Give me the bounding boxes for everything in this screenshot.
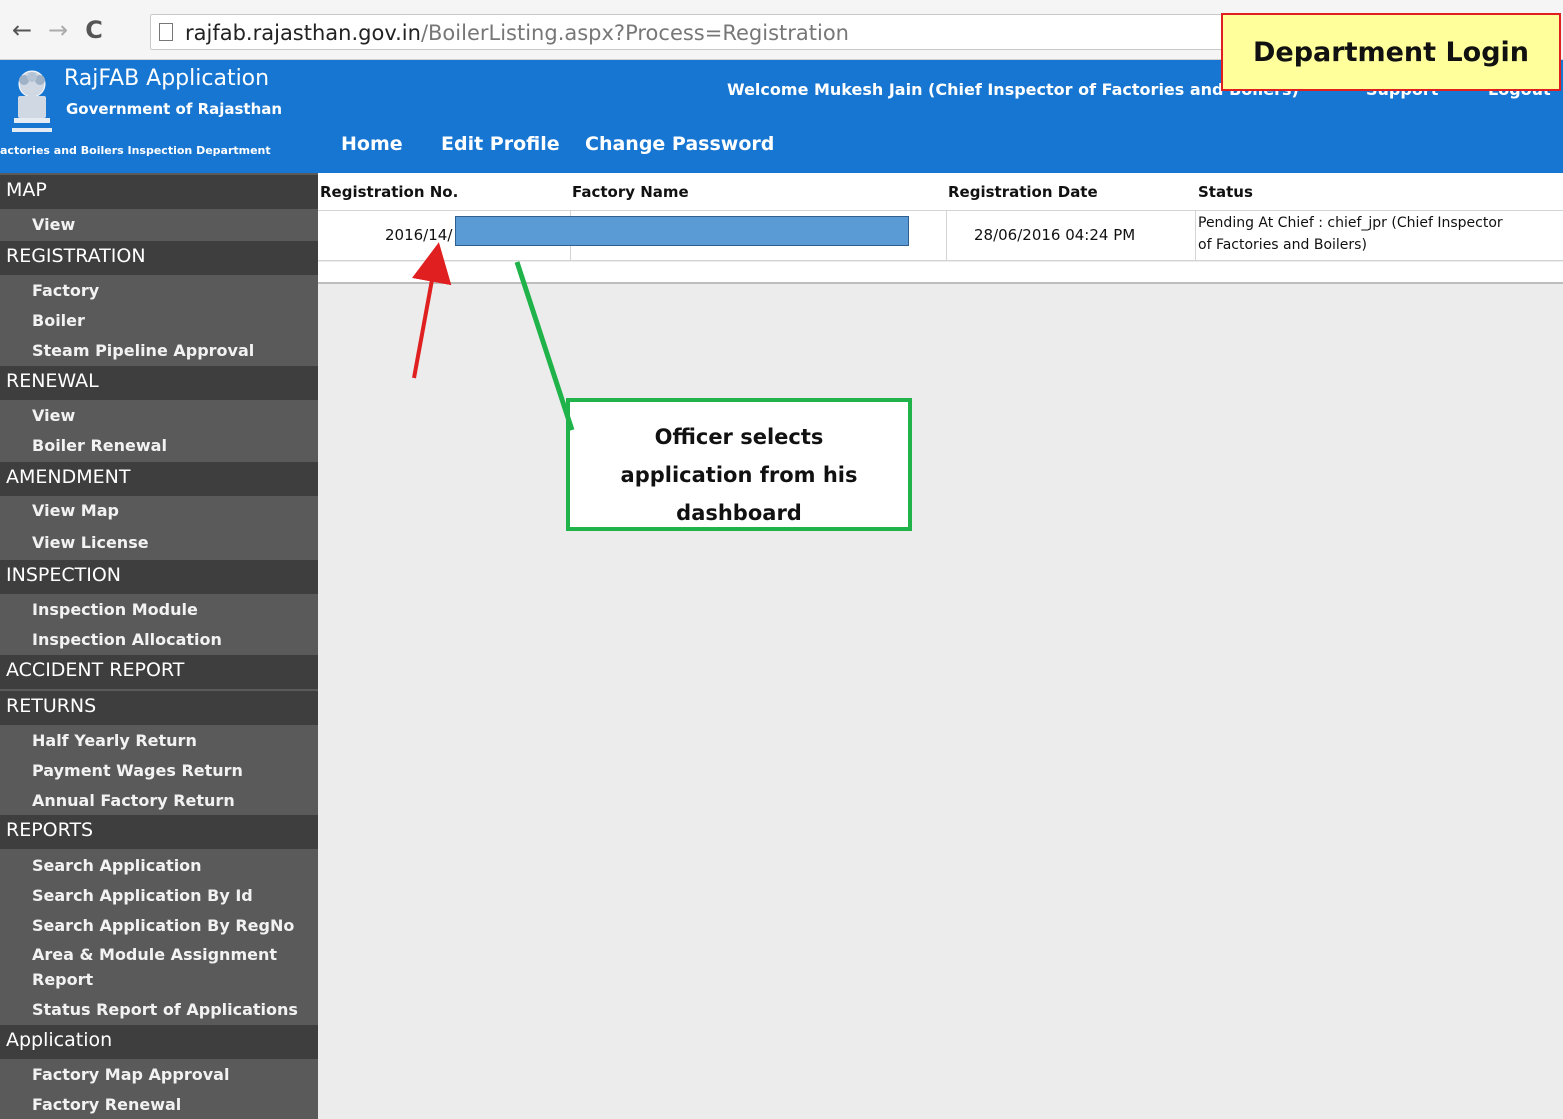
redacted-registration-block [455,216,909,246]
column-registration-date[interactable]: Registration Date [948,183,1098,201]
status-cell-line1: Pending At Chief : chief_jpr (Chief Insp… [1198,215,1503,231]
column-divider [1195,211,1196,261]
url-text: rajfab.rajasthan.gov.in/BoilerListing.as… [185,21,849,45]
back-arrow-icon[interactable]: ← [8,16,36,44]
sidebar-item-inspection-allocation[interactable]: Inspection Allocation [32,630,222,649]
sidebar-item-status-report[interactable]: Status Report of Applications [32,1000,298,1019]
page-icon [159,23,173,41]
callout-line-2: application from his [620,463,858,487]
sidebar-section-returns[interactable]: RETURNS [0,691,318,725]
sidebar-item-factory-map-approval[interactable]: Factory Map Approval [32,1065,229,1084]
forward-arrow-icon[interactable]: → [44,16,72,44]
callout-text: Officer selects application from his das… [570,418,908,527]
sidebar-item-factory[interactable]: Factory [32,281,99,300]
sidebar-item-search-application[interactable]: Search Application [32,856,202,875]
green-pointer-line [514,261,575,431]
sidebar-section-registration[interactable]: REGISTRATION [0,241,318,275]
sidebar-item-area-module-assignment[interactable]: Area & Module Assignment [32,945,277,964]
sidebar-item-half-yearly-return[interactable]: Half Yearly Return [32,731,197,750]
sidebar-item-boiler[interactable]: Boiler [32,311,85,330]
table-footer [318,262,1563,284]
department-login-text: Department Login [1252,37,1530,68]
sidebar-section-reports[interactable]: REPORTS [0,815,318,849]
department-login-label: Department Login [1221,13,1561,91]
reload-icon[interactable]: C [80,16,108,44]
url-path: /BoilerListing.aspx?Process=Registration [420,21,849,45]
sidebar: MAP View REGISTRATION Factory Boiler Ste… [0,173,318,1119]
menu-edit-profile[interactable]: Edit Profile [441,133,560,155]
sidebar-section-accident-report[interactable]: ACCIDENT REPORT [0,655,318,689]
registration-no-link[interactable]: 2016/14/ [385,226,452,244]
department-name: actories and Boilers Inspection Departme… [0,144,271,157]
sidebar-item-area-module-assignment-report[interactable]: Report [32,970,93,989]
column-status[interactable]: Status [1198,183,1253,201]
state-emblem-icon [12,70,52,132]
sidebar-item-payment-wages-return[interactable]: Payment Wages Return [32,761,243,780]
sidebar-item-renewal-view[interactable]: View [32,406,75,425]
column-factory-name[interactable]: Factory Name [572,183,689,201]
sidebar-item-view-map[interactable]: View Map [32,501,119,520]
sidebar-section-map[interactable]: MAP [0,175,318,209]
sidebar-section-inspection[interactable]: INSPECTION [0,560,318,594]
app-title: RajFAB Application [64,66,270,91]
menu-home[interactable]: Home [341,133,403,155]
callout-line-3: dashboard [676,501,802,525]
sidebar-item-inspection-module[interactable]: Inspection Module [32,600,198,619]
sidebar-item-view-license[interactable]: View License [32,533,149,552]
table-header: Registration No. Factory Name Registrati… [318,173,1563,211]
annotation-callout: Officer selects application from his das… [566,398,912,531]
registration-date-cell: 28/06/2016 04:24 PM [974,226,1136,244]
sidebar-item-factory-renewal[interactable]: Factory Renewal [32,1095,181,1114]
sidebar-item-boiler-renewal[interactable]: Boiler Renewal [32,436,167,455]
sidebar-section-amendment[interactable]: AMENDMENT [0,462,318,496]
status-cell-line2: of Factories and Boilers) [1198,237,1367,253]
callout-line-1: Officer selects [654,425,824,449]
sidebar-section-application[interactable]: Application [0,1025,318,1059]
sidebar-item-annual-factory-return[interactable]: Annual Factory Return [32,791,235,810]
sidebar-item-map-view[interactable]: View [32,215,75,234]
sidebar-item-steam-pipeline-approval[interactable]: Steam Pipeline Approval [32,341,254,360]
welcome-message: Welcome Mukesh Jain (Chief Inspector of … [727,80,1299,99]
sidebar-item-search-application-by-regno[interactable]: Search Application By RegNo [32,916,294,935]
menu-change-password[interactable]: Change Password [585,133,774,155]
column-divider [946,211,947,261]
sidebar-item-search-application-by-id[interactable]: Search Application By Id [32,886,253,905]
column-registration-no[interactable]: Registration No. [320,183,458,201]
sidebar-section-renewal[interactable]: RENEWAL [0,366,318,400]
url-host: rajfab.rajasthan.gov.in [185,21,421,45]
government-name: Government of Rajasthan [66,100,283,118]
